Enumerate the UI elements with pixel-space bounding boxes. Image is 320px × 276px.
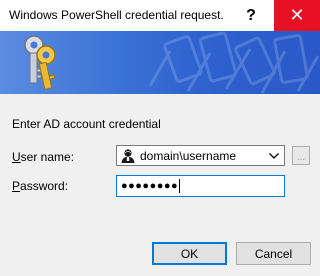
cancel-button-label: Cancel: [254, 246, 293, 261]
ok-button-label: OK: [180, 246, 199, 261]
password-accel: P: [12, 179, 21, 193]
dropdown-chevron-icon[interactable]: [266, 146, 282, 165]
user-name-label-text: ser name:: [20, 150, 75, 164]
banner: [0, 31, 320, 94]
user-name-label: User name:: [12, 150, 74, 164]
user-name-combobox[interactable]: domain\username: [116, 145, 285, 166]
browse-users-button[interactable]: ...: [292, 146, 310, 165]
ok-button[interactable]: OK: [152, 242, 227, 265]
user-name-accel: U: [12, 150, 21, 164]
password-input[interactable]: ●●●●●●●●: [116, 175, 285, 197]
credential-form: Enter AD account credential User name: d…: [0, 94, 320, 276]
help-button[interactable]: ?: [228, 0, 274, 31]
user-name-value: domain\username: [140, 148, 237, 163]
banner-decoration: [148, 31, 320, 94]
banner-graphic: [24, 31, 320, 94]
prompt-text: Enter AD account credential: [12, 117, 161, 131]
password-mask: ●●●●●●●●: [121, 180, 179, 192]
close-icon: ✕: [289, 5, 305, 25]
window-title: Windows PowerShell credential request.: [9, 8, 224, 22]
close-button[interactable]: ✕: [274, 0, 320, 31]
title-bar: Windows PowerShell credential request. ?…: [0, 0, 320, 31]
user-icon: [121, 148, 135, 163]
password-label-text: assword:: [20, 179, 69, 193]
text-caret: [179, 179, 181, 193]
browse-users-label: ...: [296, 152, 306, 163]
credential-dialog: Windows PowerShell credential request. ?…: [0, 0, 320, 276]
help-icon: ?: [246, 6, 256, 24]
keys-icon: [24, 35, 56, 90]
password-label: Password:: [12, 179, 68, 193]
cancel-button[interactable]: Cancel: [236, 242, 311, 265]
